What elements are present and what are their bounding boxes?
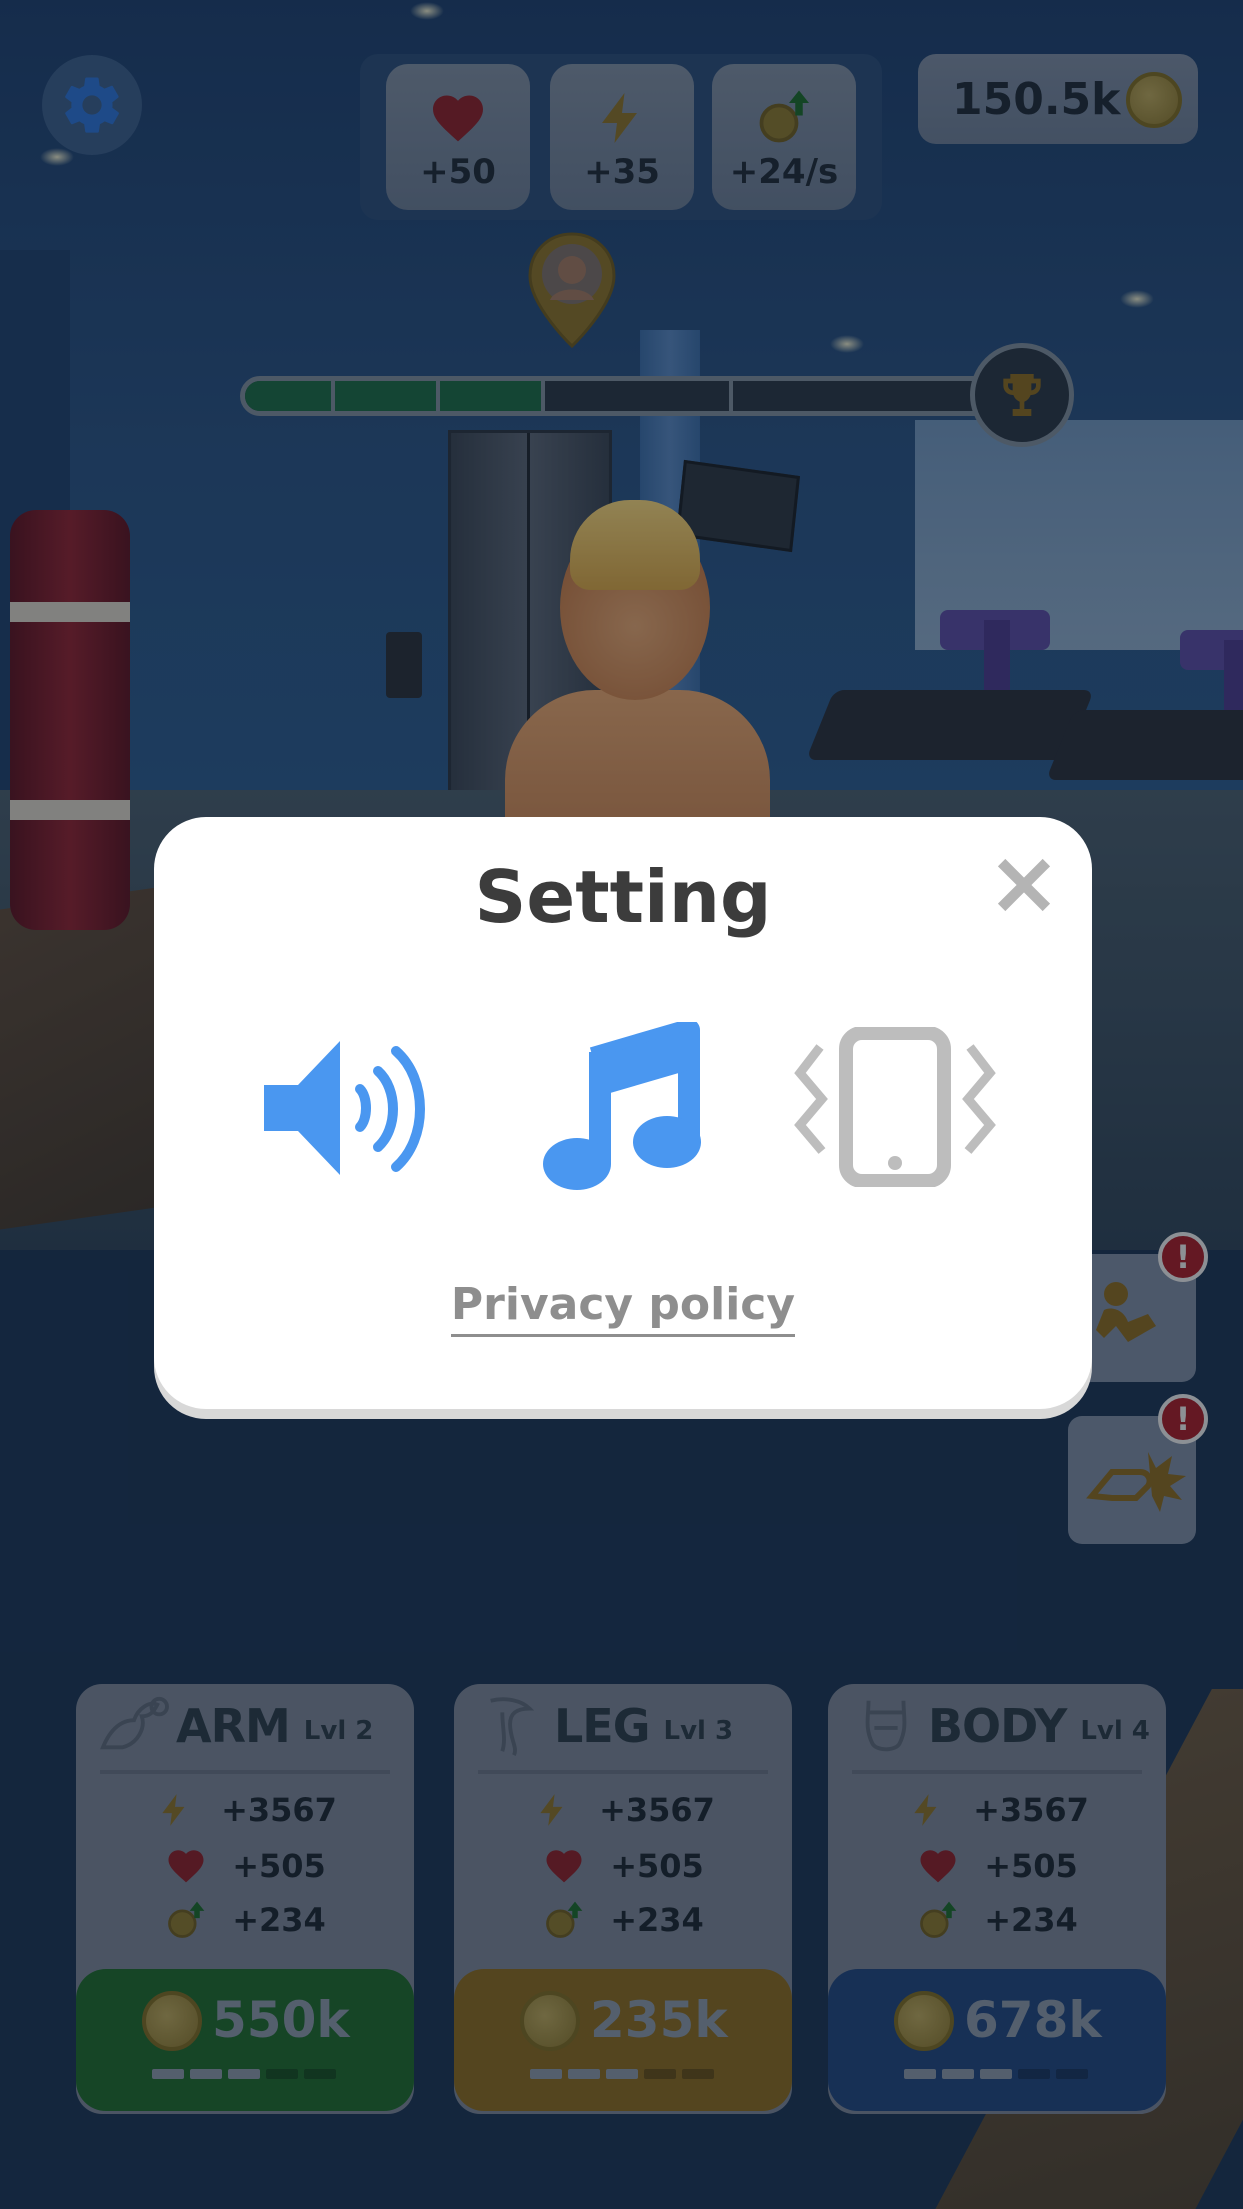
privacy-policy-label: Privacy policy	[450, 1279, 796, 1337]
vibration-icon	[794, 1027, 996, 1187]
sound-toggle[interactable]	[246, 1017, 456, 1197]
music-note-icon	[543, 1022, 701, 1190]
privacy-policy-link[interactable]: Privacy policy	[154, 1279, 1092, 1337]
settings-dialog: Setting Privacy policy	[154, 817, 1092, 1409]
speaker-icon	[264, 1041, 425, 1175]
music-toggle[interactable]	[518, 1017, 728, 1197]
dialog-title: Setting	[474, 855, 772, 939]
close-icon	[997, 858, 1051, 912]
vibration-toggle[interactable]	[790, 1017, 1000, 1197]
close-button[interactable]	[990, 851, 1058, 919]
